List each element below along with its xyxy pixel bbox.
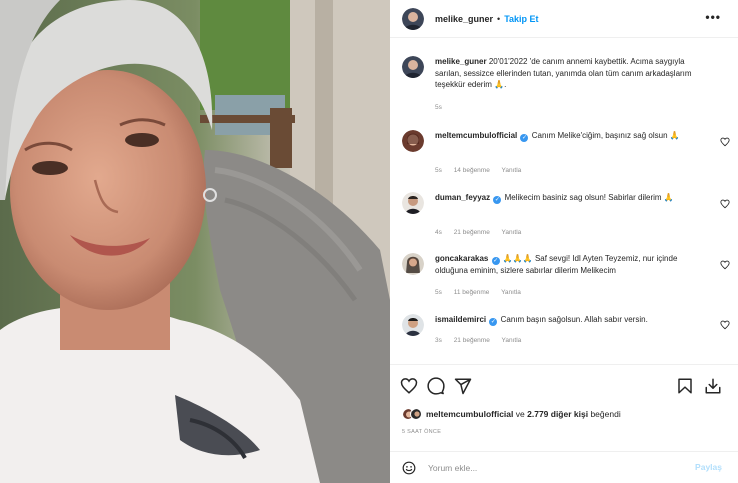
verified-badge-icon: ✓: [491, 257, 500, 265]
smiley-icon[interactable]: [402, 461, 416, 475]
reply-button[interactable]: Yanıtla: [502, 167, 522, 174]
liker-avatar: [410, 408, 422, 420]
post-panel: melike_guner • Takip Et ••• melike_guner…: [390, 0, 738, 483]
comment-text: Canım Melike'ciğim, başınız sağ olsun 🙏: [531, 131, 680, 140]
comment-like-heart-icon[interactable]: [720, 199, 730, 209]
verified-badge-icon: ✓: [520, 134, 529, 142]
likes-text: meltemcumbulofficial ve 2.779 diğer kişi…: [426, 409, 621, 419]
verified-badge-icon: ✓: [489, 318, 498, 326]
comment-text: Melikecim basiniz sag olsun! Sabirlar di…: [504, 193, 674, 202]
comment-likes[interactable]: 21 beğenme: [454, 229, 490, 236]
post-header: melike_guner • Takip Et •••: [390, 0, 738, 38]
post-actions: meltemcumbulofficial ve 2.779 diğer kişi…: [390, 364, 738, 483]
comment-like-heart-icon[interactable]: [720, 320, 730, 330]
author-avatar[interactable]: [402, 56, 424, 78]
commenter-avatar[interactable]: [402, 192, 424, 214]
download-icon[interactable]: [704, 377, 722, 395]
comment-like-heart-icon[interactable]: [720, 137, 730, 147]
paper-plane-icon[interactable]: [454, 377, 472, 395]
author-username[interactable]: melike_guner: [435, 14, 493, 24]
comment-username[interactable]: duman_feyyaz: [435, 193, 490, 202]
post-photo[interactable]: [0, 0, 390, 483]
add-comment-bar: Paylaş: [390, 451, 738, 483]
likes-summary[interactable]: meltemcumbulofficial ve 2.779 diğer kişi…: [402, 408, 621, 420]
comment-body: goncakarakas ✓ 🙏🙏🙏 Saf sevgi! Idl Ayten …: [435, 253, 703, 277]
comment-icon[interactable]: [427, 377, 445, 395]
bookmark-icon[interactable]: [676, 377, 694, 395]
comment-body: duman_feyyaz ✓ Melikecim basiniz sag ols…: [435, 192, 703, 204]
comment-meta: 5s 14 beğenme Yanıtla: [435, 167, 531, 174]
comment-time: 5s: [435, 289, 442, 296]
comment-meta: 4s 21 beğenme Yanıtla: [435, 229, 531, 236]
comment-likes[interactable]: 14 beğenme: [454, 167, 490, 174]
post-time-ago[interactable]: 5 SAAT ÖNCE: [402, 429, 441, 435]
comment-likes[interactable]: 21 beğenme: [454, 337, 490, 344]
caption-username[interactable]: melike_guner: [435, 57, 487, 66]
comment-text: Canım başın sağolsun. Allah sabır versin…: [500, 315, 648, 324]
post-photo-image: [0, 0, 390, 483]
likes-joiner: ve: [515, 409, 525, 419]
ellipsis-icon[interactable]: •••: [705, 10, 721, 24]
caption-meta: 5s: [435, 104, 452, 111]
comment-time: 3s: [435, 337, 442, 344]
comment-meta: 5s 11 beğenme Yanıtla: [435, 289, 531, 296]
comment-input[interactable]: [428, 461, 668, 475]
comment-meta: 3s 21 beğenme Yanıtla: [435, 337, 531, 344]
reply-button[interactable]: Yanıtla: [502, 229, 522, 236]
comment-likes[interactable]: 11 beğenme: [454, 289, 490, 296]
likes-others[interactable]: 2.779 diğer kişi: [527, 409, 588, 419]
comment-username[interactable]: goncakarakas: [435, 254, 488, 263]
comment-body: meltemcumbulofficial ✓ Canım Melike'ciği…: [435, 130, 703, 142]
follow-button[interactable]: Takip Et: [504, 14, 538, 24]
reply-button[interactable]: Yanıtla: [501, 289, 521, 296]
comment-username[interactable]: ismaildemirci: [435, 315, 486, 324]
comment-username[interactable]: meltemcumbulofficial: [435, 131, 517, 140]
caption-time: 5s: [435, 104, 442, 111]
comment-time: 5s: [435, 167, 442, 174]
comment-like-heart-icon[interactable]: [720, 260, 730, 270]
comment-time: 4s: [435, 229, 442, 236]
commenter-avatar[interactable]: [402, 130, 424, 152]
post-comment-button[interactable]: Paylaş: [695, 462, 722, 472]
reply-button[interactable]: Yanıtla: [502, 337, 522, 344]
comment-body: ismaildemirci ✓ Canım başın sağolsun. Al…: [435, 314, 703, 326]
separator-dot: •: [497, 13, 501, 24]
author-avatar[interactable]: [402, 7, 424, 30]
commenter-avatar[interactable]: [402, 314, 424, 336]
commenter-avatar[interactable]: [402, 253, 424, 275]
caption-body: melike_guner 20'01'2022 'de canım annemi…: [435, 56, 703, 91]
likes-first-user[interactable]: meltemcumbulofficial: [426, 409, 513, 419]
verified-badge-icon: ✓: [493, 196, 502, 204]
heart-icon[interactable]: [400, 377, 418, 395]
comments-list[interactable]: melike_guner 20'01'2022 'de canım annemi…: [390, 38, 738, 364]
likes-suffix: beğendi: [590, 409, 621, 419]
